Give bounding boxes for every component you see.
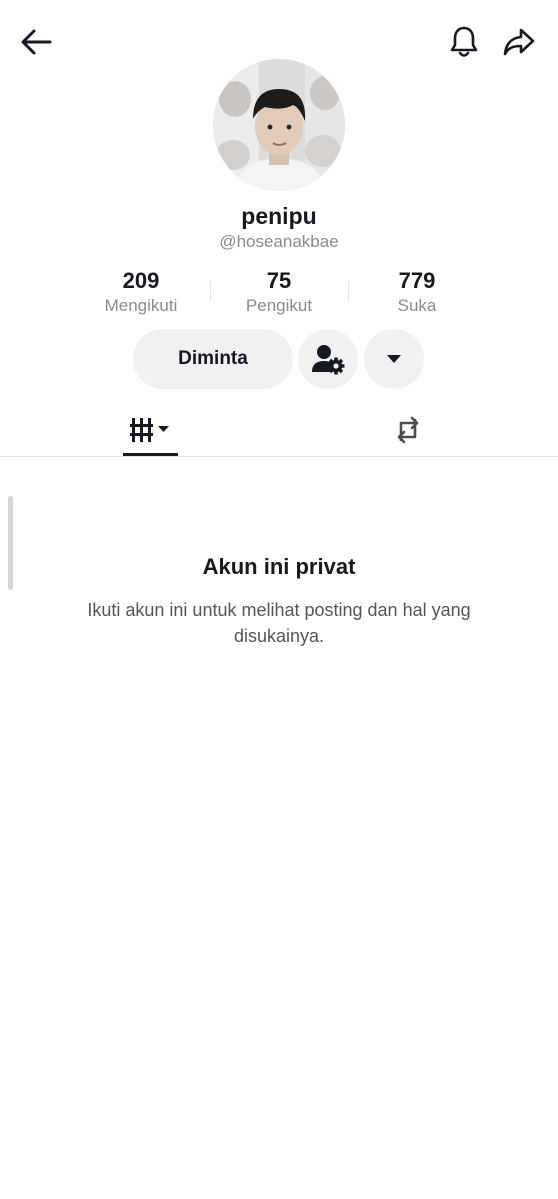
followers-count: 75 bbox=[266, 268, 292, 293]
avatar[interactable] bbox=[213, 59, 345, 191]
followers-stat[interactable]: 75 Pengikut bbox=[214, 266, 344, 316]
profile-photo bbox=[213, 59, 345, 191]
following-count: 209 bbox=[122, 268, 160, 293]
username: @hoseanakbae bbox=[219, 232, 339, 251]
repost-icon bbox=[397, 416, 419, 444]
user-settings-button[interactable] bbox=[298, 329, 358, 389]
likes-count: 779 bbox=[398, 268, 436, 293]
followers-label: Pengikut bbox=[245, 296, 313, 315]
notification-button[interactable] bbox=[442, 20, 486, 64]
following-stat[interactable]: 209 Mengikuti bbox=[76, 266, 206, 316]
tab-reposts[interactable] bbox=[380, 404, 436, 456]
bell-icon bbox=[450, 26, 478, 57]
more-options-button[interactable] bbox=[364, 329, 424, 389]
arrow-left-icon bbox=[21, 29, 52, 55]
tab-videos[interactable] bbox=[122, 404, 180, 456]
stat-divider bbox=[348, 281, 349, 301]
caret-down-icon bbox=[387, 355, 401, 363]
private-account-title: Akun ini privat bbox=[202, 554, 356, 579]
likes-label: Suka bbox=[397, 296, 437, 315]
likes-stat[interactable]: 779 Suka bbox=[352, 266, 482, 316]
stat-divider bbox=[210, 281, 211, 301]
requested-button[interactable]: Diminta bbox=[133, 329, 293, 389]
videos-grid-icon bbox=[130, 418, 169, 442]
private-account-description: Ikuti akun ini untuk melihat posting dan… bbox=[87, 600, 471, 646]
share-arrow-icon bbox=[503, 28, 535, 56]
tabs-divider bbox=[0, 456, 558, 457]
user-settings-icon bbox=[312, 345, 345, 375]
share-button[interactable] bbox=[496, 20, 542, 64]
following-label: Mengikuti bbox=[104, 296, 178, 315]
display-name: penipu bbox=[241, 203, 317, 229]
back-button[interactable] bbox=[14, 22, 58, 62]
